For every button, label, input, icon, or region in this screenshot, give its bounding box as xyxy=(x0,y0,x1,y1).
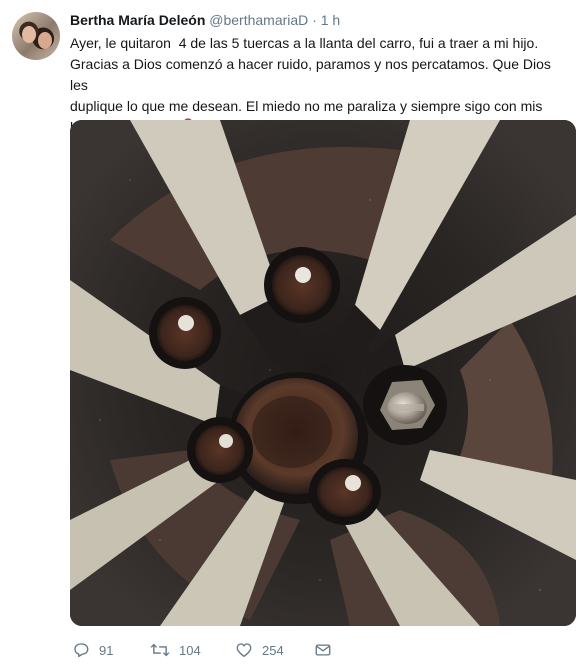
avatar-face-left xyxy=(22,26,36,43)
like-button[interactable]: 254 xyxy=(235,641,284,659)
tweet-card[interactable]: Bertha María Deleón @berthamariaD · 1 h … xyxy=(0,0,587,670)
tweet-photo[interactable] xyxy=(70,120,576,626)
heart-icon xyxy=(236,643,252,658)
tweet-actions: 91 104 254 xyxy=(70,641,550,661)
reply-count: 91 xyxy=(99,642,114,658)
direct-message-button[interactable] xyxy=(314,641,332,659)
retweet-button[interactable]: 104 xyxy=(150,641,201,659)
wheel-photo xyxy=(70,120,576,626)
retweet-count: 104 xyxy=(179,642,201,658)
retweet-icon xyxy=(150,643,170,657)
like-count: 254 xyxy=(262,642,284,658)
author-name[interactable]: Bertha María Deleón xyxy=(70,12,205,28)
tweet-header: Bertha María Deleón @berthamariaD · 1 h xyxy=(70,12,340,28)
separator-dot: · xyxy=(312,12,317,28)
reply-button[interactable]: 91 xyxy=(72,641,113,659)
avatar-face-right xyxy=(38,32,52,49)
envelope-icon xyxy=(315,644,331,656)
reply-icon xyxy=(74,643,89,658)
avatar[interactable] xyxy=(12,12,60,60)
author-handle[interactable]: @berthamariaD xyxy=(209,12,308,28)
tweet-timestamp[interactable]: 1 h xyxy=(321,12,340,28)
